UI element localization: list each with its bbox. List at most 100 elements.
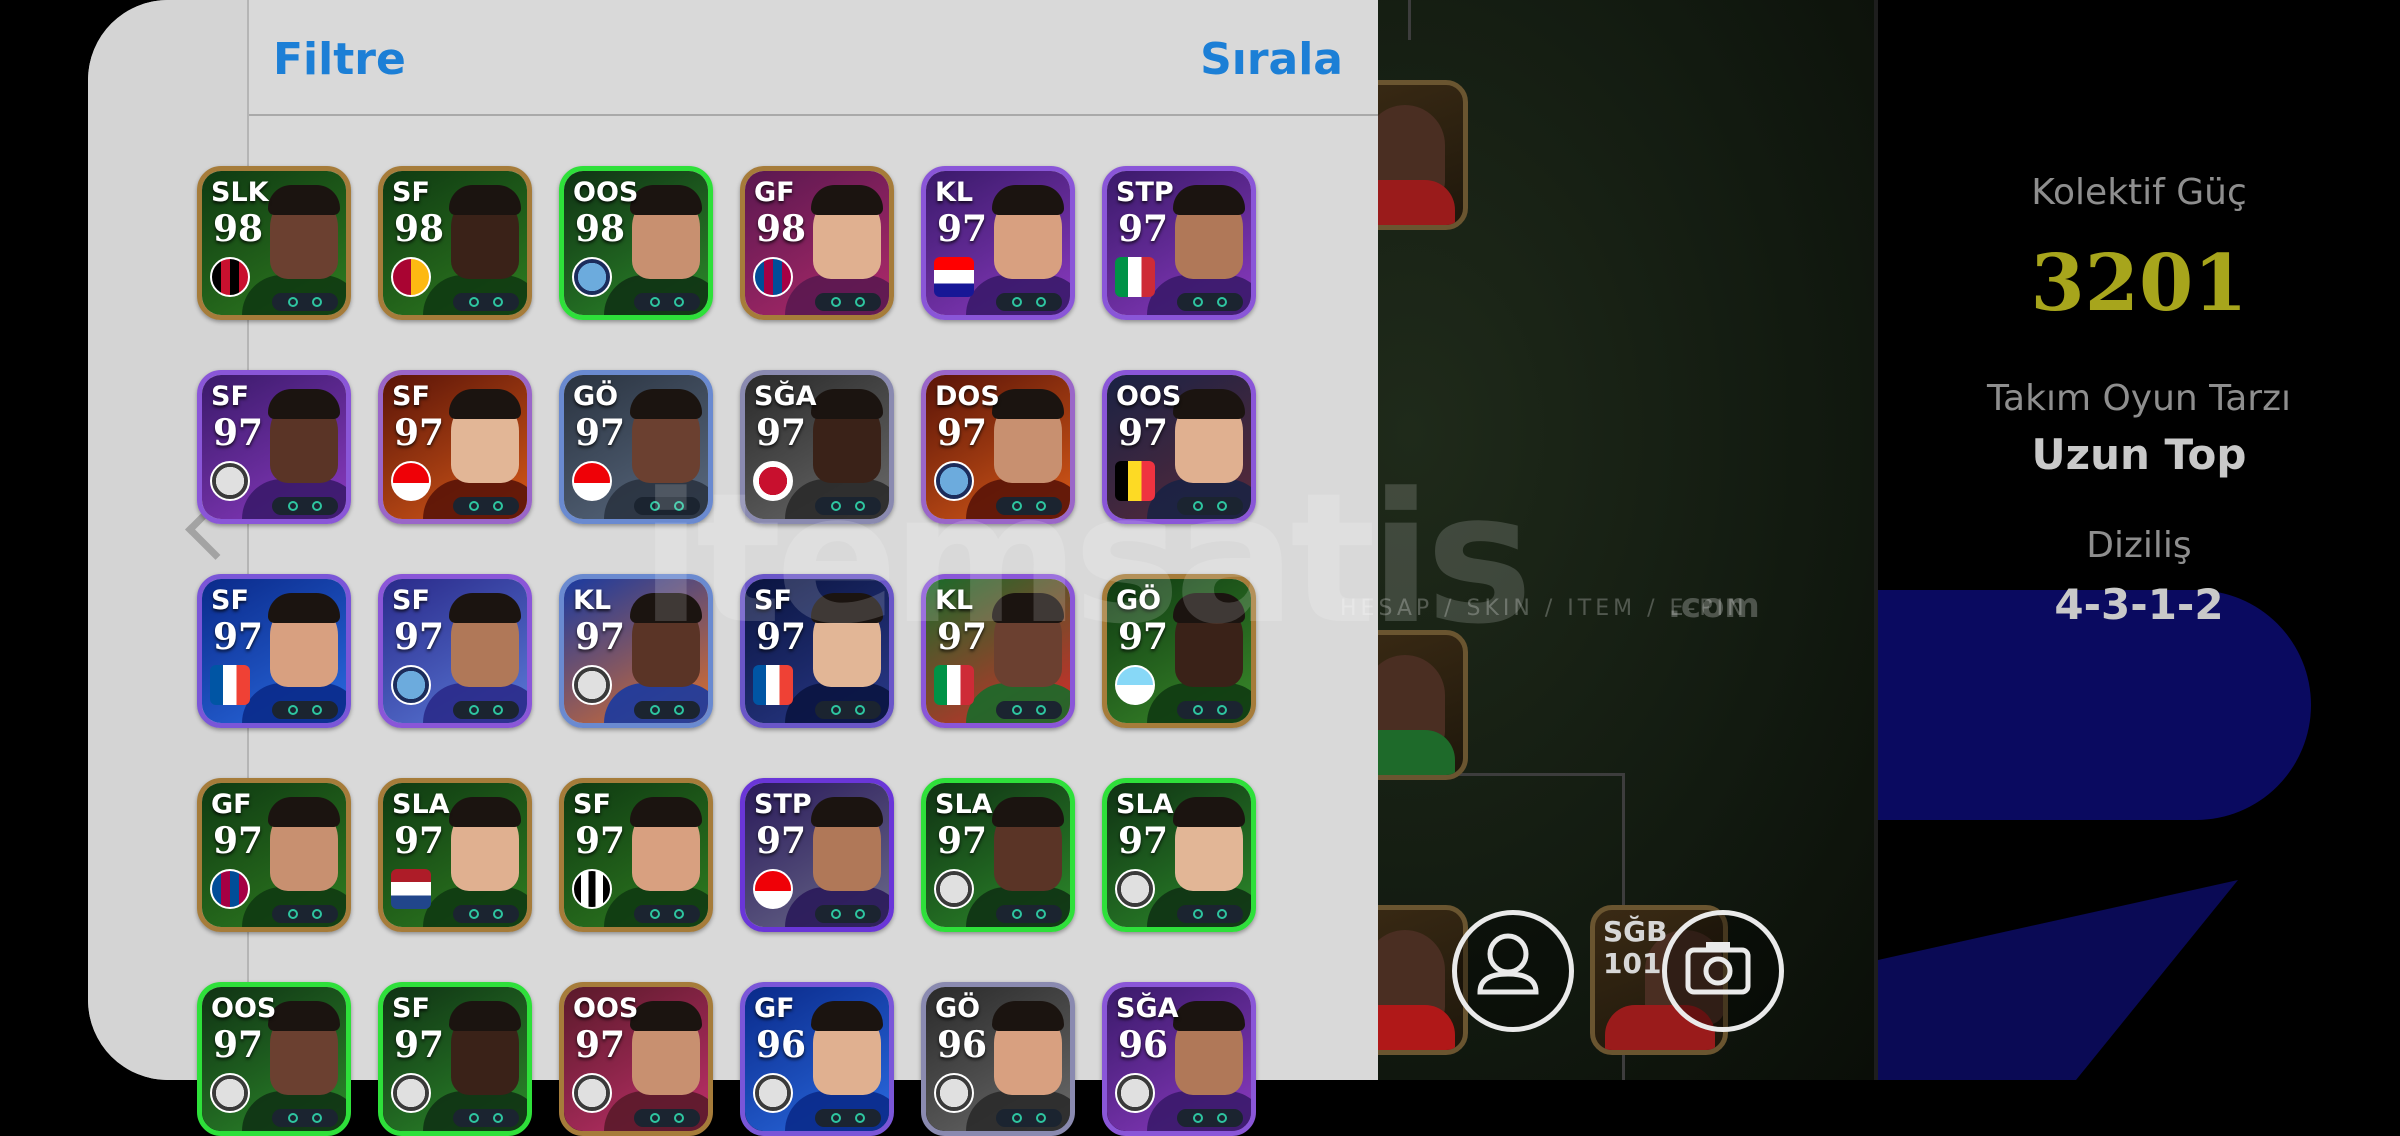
player-card[interactable]: OOS 97 (197, 982, 351, 1136)
player-card[interactable]: GÖ 97 (1102, 574, 1256, 728)
player-card[interactable]: SĞA 96 (1102, 982, 1256, 1136)
skill-slots-icon (634, 905, 700, 923)
skill-slots-icon (815, 905, 881, 923)
person-icon (1477, 933, 1539, 995)
player-card[interactable]: SĞA 97 (740, 370, 894, 524)
skill-slots-icon (996, 905, 1062, 923)
player-position: SF (392, 177, 430, 208)
player-position: GF (754, 993, 795, 1024)
club-lazio-badge (1115, 665, 1155, 705)
club-barcelona-badge (753, 257, 793, 297)
player-rating: 97 (937, 616, 988, 658)
player-card[interactable]: SLK 98 (197, 166, 351, 320)
player-position: SF (211, 381, 249, 412)
club-galatasaray-badge (391, 257, 431, 297)
player-position: OOS (573, 177, 639, 208)
club-milan-badge (210, 257, 250, 297)
collective-power-label: Kolektif Güç (2031, 172, 2247, 213)
player-rating: 98 (213, 208, 264, 250)
formation-label: Diziliş (2086, 525, 2192, 566)
club-generic-badge (210, 461, 250, 501)
player-card[interactable]: SLA 97 (378, 778, 532, 932)
player-position: SF (392, 585, 430, 616)
player-rating: 97 (575, 820, 626, 862)
player-card[interactable]: KL 97 (921, 574, 1075, 728)
player-card[interactable]: SF 97 (378, 574, 532, 728)
player-position: SF (754, 585, 792, 616)
player-card[interactable]: SF 97 (740, 574, 894, 728)
player-position: KL (935, 585, 974, 616)
skill-slots-icon (634, 293, 700, 311)
club-arsenal-badge (753, 869, 793, 909)
skill-slots-icon (1177, 497, 1243, 515)
player-card[interactable]: SF 97 (197, 574, 351, 728)
skill-slots-icon (453, 497, 519, 515)
flag-netherlands-badge (391, 869, 431, 909)
player-rating: 97 (213, 412, 264, 454)
club-mancity-badge (572, 257, 612, 297)
flag-belgium-badge (1115, 461, 1155, 501)
player-card[interactable]: KL 97 (559, 574, 713, 728)
club-mancity-badge (934, 461, 974, 501)
player-rating: 98 (756, 208, 807, 250)
player-card[interactable]: SF 98 (378, 166, 532, 320)
skill-slots-icon (996, 1109, 1062, 1127)
player-rating: 97 (1118, 820, 1169, 862)
club-generic-badge (1115, 1073, 1155, 1113)
club-generic-badge (572, 665, 612, 705)
player-rating: 97 (394, 820, 445, 862)
player-position: OOS (211, 993, 277, 1024)
collective-power-value: 3201 (2030, 238, 2248, 329)
player-rating: 96 (937, 1024, 988, 1066)
club-arsenal-badge (572, 461, 612, 501)
player-card[interactable]: DOS 97 (921, 370, 1075, 524)
player-card[interactable]: KL 97 (921, 166, 1075, 320)
player-rating: 97 (213, 1024, 264, 1066)
player-rating: 97 (575, 412, 626, 454)
player-rating: 97 (937, 208, 988, 250)
player-card[interactable]: GÖ 96 (921, 982, 1075, 1136)
player-rating: 97 (937, 412, 988, 454)
club-generic-badge (1115, 869, 1155, 909)
player-rating: 97 (756, 820, 807, 862)
player-card[interactable]: OOS 98 (559, 166, 713, 320)
team-style-value: Uzun Top (2031, 430, 2247, 479)
skill-slots-icon (272, 1109, 338, 1127)
skill-slots-icon (272, 701, 338, 719)
skill-slots-icon (634, 1109, 700, 1127)
player-card[interactable]: GÖ 97 (559, 370, 713, 524)
player-card[interactable]: STP 97 (740, 778, 894, 932)
player-card[interactable]: SF 97 (378, 982, 532, 1136)
player-position: GF (211, 789, 252, 820)
filter-button[interactable]: Filtre (273, 34, 406, 85)
profile-button[interactable] (1452, 910, 1574, 1032)
skill-slots-icon (815, 701, 881, 719)
player-card[interactable]: GF 97 (197, 778, 351, 932)
player-card[interactable]: SF 97 (378, 370, 532, 524)
player-card[interactable]: GF 96 (740, 982, 894, 1136)
club-generic-badge (934, 869, 974, 909)
player-rating: 98 (394, 208, 445, 250)
player-position: STP (754, 789, 812, 820)
player-rating: 97 (575, 1024, 626, 1066)
sort-button[interactable]: Sırala (1200, 34, 1343, 85)
club-liverpool-badge (753, 461, 793, 501)
skill-slots-icon (1177, 1109, 1243, 1127)
screenshot-button[interactable] (1662, 910, 1784, 1032)
player-position: GÖ (935, 993, 981, 1024)
player-card[interactable]: OOS 97 (559, 982, 713, 1136)
player-position: DOS (935, 381, 1000, 412)
player-card[interactable]: OOS 97 (1102, 370, 1256, 524)
player-rating: 97 (394, 412, 445, 454)
player-card[interactable]: SLA 97 (921, 778, 1075, 932)
player-card[interactable]: GF 98 (740, 166, 894, 320)
player-card[interactable]: SLA 97 (1102, 778, 1256, 932)
player-card[interactable]: SF 97 (559, 778, 713, 932)
player-position: SĞA (1116, 993, 1179, 1024)
player-rating: 97 (213, 616, 264, 658)
flag-italy-badge (934, 665, 974, 705)
club-generic-badge (391, 1073, 431, 1113)
player-card[interactable]: STP 97 (1102, 166, 1256, 320)
player-card[interactable]: SF 97 (197, 370, 351, 524)
club-santos-badge (572, 869, 612, 909)
